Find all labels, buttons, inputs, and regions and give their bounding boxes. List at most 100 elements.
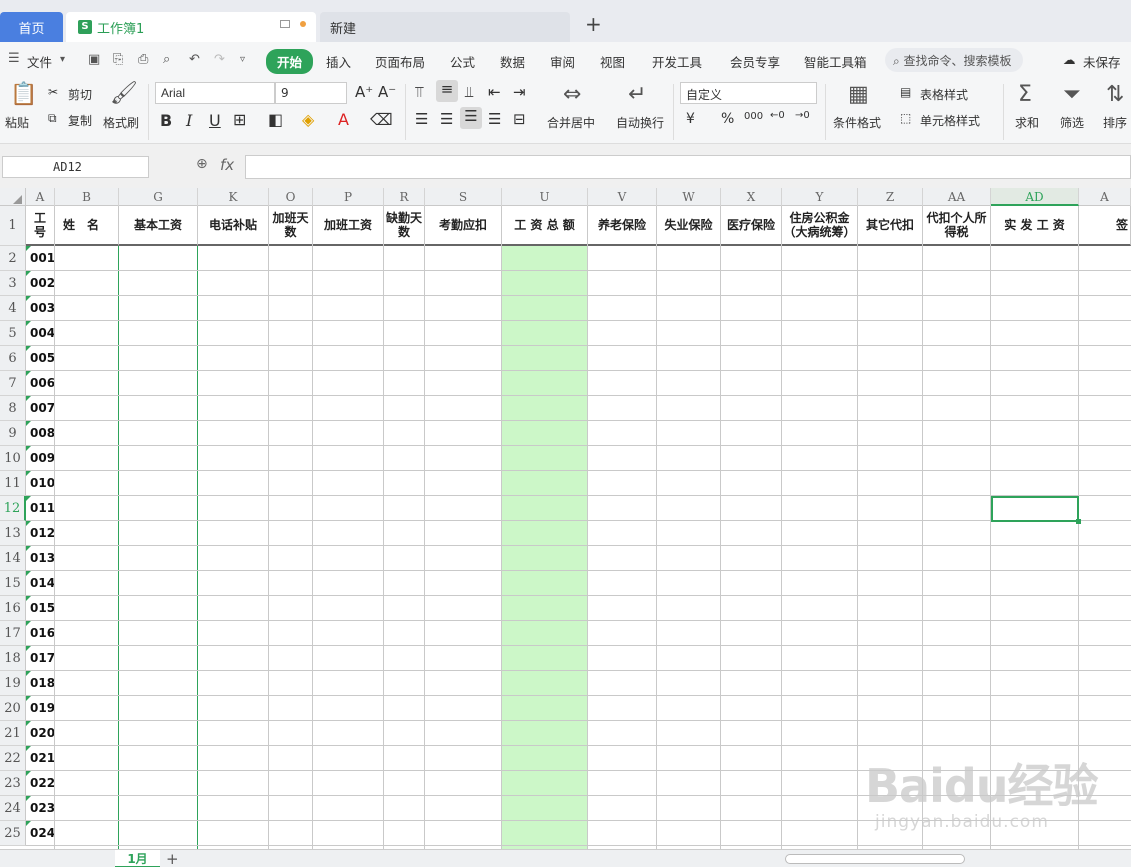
borders-icon[interactable]: ⊞ <box>233 110 246 129</box>
employee-id-cell[interactable]: 014 <box>26 571 55 596</box>
tab-home[interactable]: 首页 <box>0 12 63 42</box>
column-header[interactable]: V <box>588 188 657 206</box>
format-painter-icon[interactable]: 🖌 <box>110 81 138 106</box>
column-header[interactable]: AD <box>991 188 1079 206</box>
column-header[interactable]: G <box>119 188 198 206</box>
header-cell[interactable]: 基本工资 <box>119 206 198 246</box>
column-header[interactable]: R <box>384 188 425 206</box>
undo-icon[interactable]: ↶ <box>189 52 200 67</box>
column-header[interactable]: U <box>502 188 588 206</box>
filter-icon[interactable]: ⏷ <box>1063 82 1081 107</box>
merge-center-button[interactable]: 合并居中 <box>547 114 595 131</box>
menu-file[interactable]: 文件 <box>27 52 52 71</box>
tab-workbook[interactable]: S 工作簿1 <box>66 12 316 42</box>
column-header[interactable]: B <box>55 188 119 206</box>
column-header[interactable]: P <box>313 188 384 206</box>
employee-id-cell[interactable]: 021 <box>26 746 55 771</box>
employee-id-cell[interactable]: 018 <box>26 671 55 696</box>
row-header[interactable]: 8 <box>0 396 26 421</box>
menu-formula[interactable]: 公式 <box>450 52 475 71</box>
row-header[interactable]: 25 <box>0 821 26 846</box>
table-style-button[interactable]: 表格样式 <box>920 86 968 103</box>
align-right-icon[interactable]: ☰ <box>460 107 482 129</box>
currency-button[interactable]: ¥ <box>686 111 695 127</box>
row-header[interactable]: 9 <box>0 421 26 446</box>
employee-id-cell[interactable]: 003 <box>26 296 55 321</box>
employee-id-cell[interactable]: 023 <box>26 796 55 821</box>
fill-handle[interactable] <box>1076 519 1081 524</box>
redo-icon[interactable]: ↷ <box>214 52 225 67</box>
header-cell[interactable]: 养老保险 <box>588 206 657 246</box>
header-cell[interactable]: 代扣个人所得税 <box>923 206 991 246</box>
conditional-format-icon[interactable]: ▦ <box>848 82 869 107</box>
row-header[interactable]: 17 <box>0 621 26 646</box>
row-header[interactable]: 10 <box>0 446 26 471</box>
menu-review[interactable]: 审阅 <box>550 52 575 71</box>
menu-start[interactable]: 开始 <box>266 49 314 74</box>
menu-view[interactable]: 视图 <box>600 52 625 71</box>
header-cell[interactable]: 加班天数 <box>269 206 313 246</box>
header-cell[interactable]: 其它代扣 <box>858 206 923 246</box>
decrease-font-icon[interactable]: A⁻ <box>378 83 396 101</box>
menu-page-layout[interactable]: 页面布局 <box>375 52 425 71</box>
row-header[interactable]: 2 <box>0 246 26 271</box>
fill-style-icon[interactable]: ◧ <box>268 110 283 129</box>
employee-id-cell[interactable]: 024 <box>26 821 55 846</box>
cell-style-button[interactable]: 单元格样式 <box>920 112 980 129</box>
cut-button[interactable]: 剪切 <box>68 86 92 103</box>
paste-icon[interactable]: 📋 <box>10 82 37 107</box>
column-header[interactable]: X <box>721 188 782 206</box>
row-header[interactable]: 23 <box>0 771 26 796</box>
header-cell[interactable]: 实 发 工 资 <box>991 206 1079 246</box>
align-middle-icon[interactable]: ≡ <box>436 80 458 102</box>
save-icon[interactable]: ▣ <box>88 52 100 67</box>
menu-smart-toolbox[interactable]: 智能工具箱 <box>804 52 867 71</box>
cell-style-icon[interactable]: ⬚ <box>900 111 911 125</box>
name-box[interactable]: AD12 <box>2 156 149 178</box>
employee-id-cell[interactable]: 019 <box>26 696 55 721</box>
employee-id-cell[interactable]: 006 <box>26 371 55 396</box>
employee-id-cell[interactable]: 005 <box>26 346 55 371</box>
font-color-icon[interactable]: A <box>338 110 349 129</box>
fx-icon[interactable]: fx <box>220 156 234 174</box>
employee-id-cell[interactable]: 008 <box>26 421 55 446</box>
decrease-decimal-icon[interactable]: →0 <box>795 110 810 121</box>
employee-id-cell[interactable]: 016 <box>26 621 55 646</box>
copy-button[interactable]: 复制 <box>68 112 92 129</box>
row-header[interactable]: 13 <box>0 521 26 546</box>
employee-id-cell[interactable]: 012 <box>26 521 55 546</box>
employee-id-cell[interactable]: 001 <box>26 246 55 271</box>
align-left-icon[interactable]: ☰ <box>415 110 428 128</box>
row-header[interactable]: 4 <box>0 296 26 321</box>
horizontal-scrollbar[interactable] <box>785 854 965 864</box>
distributed-icon[interactable]: ⊟ <box>513 110 526 128</box>
sum-icon[interactable]: Σ <box>1018 82 1032 107</box>
header-cell[interactable]: 失业保险 <box>657 206 721 246</box>
increase-decimal-icon[interactable]: ←0 <box>770 110 785 121</box>
row-header[interactable]: 6 <box>0 346 26 371</box>
header-cell[interactable]: 工 资 总 额 <box>502 206 588 246</box>
conditional-format-button[interactable]: 条件格式 <box>833 114 881 131</box>
copy-icon[interactable]: ⧉ <box>48 111 57 126</box>
scissors-icon[interactable]: ✂ <box>48 85 58 99</box>
wrap-icon[interactable]: ↵ <box>628 82 646 107</box>
column-header[interactable]: Z <box>858 188 923 206</box>
justify-icon[interactable]: ☰ <box>488 110 501 128</box>
row-header[interactable]: 20 <box>0 696 26 721</box>
export-icon[interactable]: ⎘ <box>113 52 123 67</box>
header-cell[interactable]: 工号 <box>26 206 55 246</box>
employee-id-cell[interactable]: 007 <box>26 396 55 421</box>
underline-icon[interactable]: U <box>209 111 221 130</box>
print-icon[interactable]: ⎙ <box>138 52 148 67</box>
row-header[interactable]: 5 <box>0 321 26 346</box>
column-header[interactable]: W <box>657 188 721 206</box>
header-cell[interactable]: 缺勤天数 <box>384 206 425 246</box>
menu-insert[interactable]: 插入 <box>326 52 351 71</box>
decrease-indent-icon[interactable]: ⇤ <box>488 83 501 101</box>
print-preview-icon[interactable]: ⌕ <box>163 52 170 67</box>
employee-id-cell[interactable]: 004 <box>26 321 55 346</box>
employee-id-cell[interactable]: 020 <box>26 721 55 746</box>
employee-id-cell[interactable]: 017 <box>26 646 55 671</box>
employee-id-cell[interactable]: 013 <box>26 546 55 571</box>
row-header[interactable]: 11 <box>0 471 26 496</box>
